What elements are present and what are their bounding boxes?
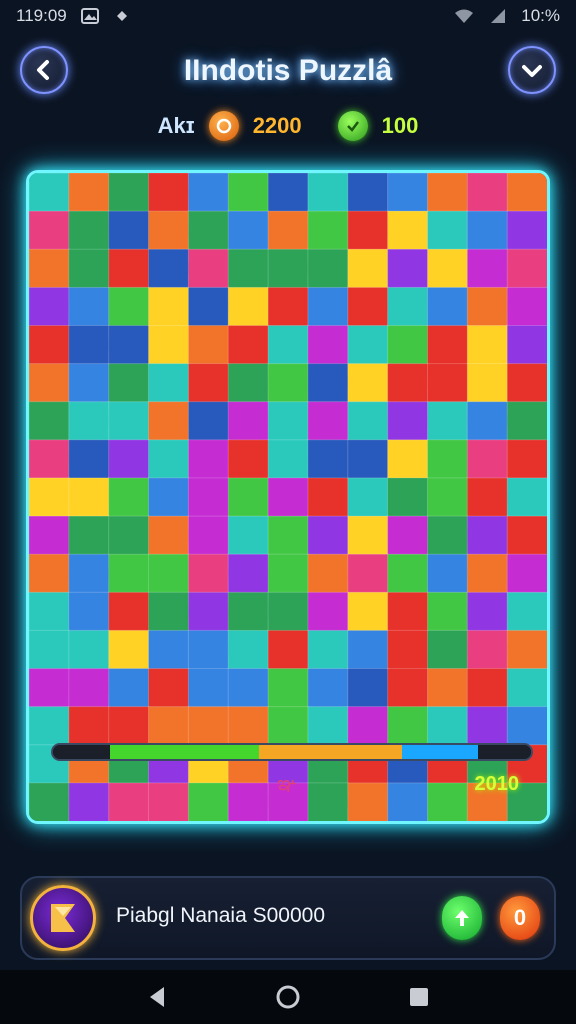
coin-icon [208, 111, 239, 141]
progress-segment [110, 745, 259, 759]
zero-button[interactable]: 0 [500, 896, 540, 940]
battery-text: 10:% [521, 6, 560, 25]
player-panel: Piabgl Nanaia S00000 0 [20, 876, 556, 960]
currency-label: Akɪ [157, 113, 195, 138]
currency-bar: Akɪ 2200 100 [0, 108, 576, 144]
avatar[interactable] [30, 885, 96, 951]
arrow-up-icon [455, 910, 469, 926]
puzzle-board[interactable]: ఞ 2010 [26, 170, 550, 824]
board-sheen [29, 173, 547, 821]
hourglass-icon [51, 904, 75, 932]
board-score: 2010 [474, 773, 520, 795]
progress-segment [401, 745, 479, 759]
gem-count: 100 [381, 113, 419, 138]
progress-segment [53, 745, 111, 759]
progress-segment [478, 745, 531, 759]
progress-bar [51, 743, 533, 761]
nav-recents-icon[interactable] [406, 984, 432, 1010]
wifi-icon [455, 9, 474, 23]
chevron-down-icon [522, 65, 542, 77]
puzzle-grid[interactable] [29, 173, 547, 821]
navigation-bar [0, 970, 576, 1024]
nav-back-icon[interactable] [144, 984, 170, 1010]
page-title: IIndotis Puzzlâ [183, 54, 393, 87]
menu-button[interactable] [508, 46, 556, 94]
level-up-button[interactable] [442, 896, 482, 940]
zero-button-label: 0 [513, 905, 527, 930]
signal-icon [491, 9, 506, 23]
status-bar: 119:09 10:% [0, 0, 576, 32]
gallery-icon [80, 8, 99, 24]
progress-segment [258, 745, 402, 759]
board-mark: ఞ [277, 773, 297, 795]
gem-icon [337, 111, 368, 141]
notification-icon [116, 11, 127, 21]
coin-count: 2200 [252, 113, 302, 138]
nav-home-icon[interactable] [275, 984, 301, 1010]
header: IIndotis Puzzlâ [0, 40, 576, 104]
player-name: Piabgl Nanaia S00000 [116, 904, 325, 927]
status-time: 119:09 [16, 6, 67, 25]
